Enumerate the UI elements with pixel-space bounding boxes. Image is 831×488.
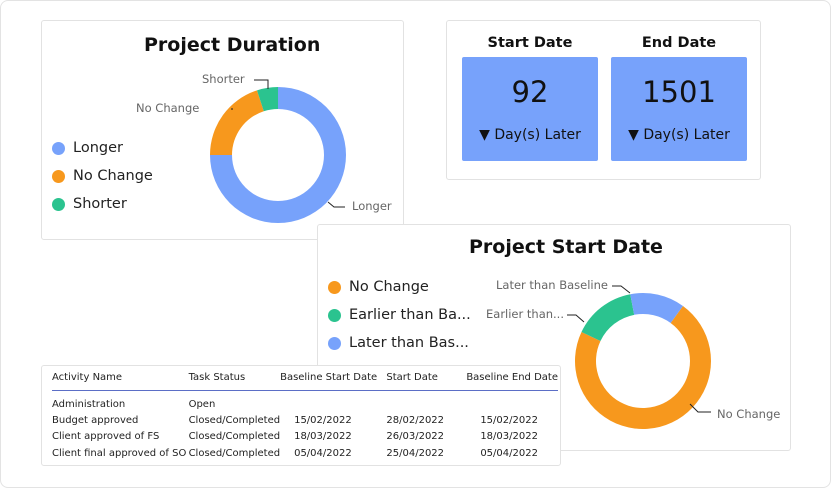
cell-activity-name: Client approved of FS	[52, 431, 160, 443]
legend-label: Earlier than Ba...	[349, 307, 471, 323]
legend-dot	[52, 141, 65, 155]
cell-task-status: Closed/Completed	[188, 431, 281, 443]
table-row[interactable]: Administration Open	[52, 390, 558, 412]
cell-baseline-end-date: 18/03/2022	[480, 431, 538, 443]
project-start-date-title: Project Start Date	[469, 236, 663, 258]
cell-baseline-end-date	[466, 390, 558, 412]
end-date-value: 1501	[642, 75, 716, 109]
column-header-activity-name[interactable]: Activity Name	[52, 372, 189, 391]
cell-baseline-end-date: 05/04/2022	[480, 447, 538, 459]
column-header-task-status[interactable]: Task Status	[188, 372, 281, 391]
legend-item-no-change[interactable]: No Change	[52, 162, 153, 190]
table-header-row: Activity Name Task Status Baseline Start…	[52, 372, 558, 391]
cell-start-date: 25/04/2022	[386, 447, 445, 459]
column-header-baseline-start-date[interactable]: Baseline Start Date	[280, 372, 387, 391]
cell-task-status: Closed/Completed	[188, 414, 281, 426]
cell-baseline-start-date: 18/03/2022	[294, 431, 352, 443]
legend-label: No Change	[73, 168, 153, 184]
start-date-heading: Start Date	[487, 35, 573, 51]
cell-task-status: Open	[188, 398, 216, 410]
legend-dot	[328, 308, 341, 322]
cell-baseline-end-date: 15/02/2022	[480, 414, 538, 426]
legend-item-earlier[interactable]: Earlier than Ba...	[328, 301, 471, 329]
legend-label: Longer	[73, 140, 123, 156]
cell-task-status: Closed/Completed	[188, 447, 281, 459]
column-header-baseline-end-date[interactable]: Baseline End Date	[466, 372, 558, 391]
project-duration-card: Project Duration Longer No Change Shorte…	[41, 20, 404, 240]
cell-activity-name: Client final approved of SO	[52, 447, 187, 459]
legend-item-later[interactable]: Later than Bas...	[328, 329, 471, 357]
legend-label: Later than Bas...	[349, 335, 469, 351]
cell-activity-name: Administration	[52, 398, 126, 410]
project-start-date-legend: No Change Earlier than Ba... Later than …	[328, 273, 471, 357]
activity-table: Activity Name Task Status Baseline Start…	[52, 372, 558, 462]
project-duration-legend: Longer No Change Shorter	[52, 134, 153, 218]
legend-dot	[52, 169, 65, 183]
legend-item-longer[interactable]: Longer	[52, 134, 153, 162]
legend-dot	[328, 280, 341, 294]
column-header-start-date[interactable]: Start Date	[386, 372, 467, 391]
legend-item-shorter[interactable]: Shorter	[52, 190, 153, 218]
cell-baseline-start-date: 15/02/2022	[294, 414, 352, 426]
end-date-kpi[interactable]: 1501 ▼ Day(s) Later	[611, 57, 747, 161]
table-row[interactable]: Client approved of FS Closed/Completed 1…	[52, 429, 558, 446]
table-row[interactable]: Client final approved of SO Closed/Compl…	[52, 445, 558, 462]
start-date-kpi[interactable]: 92 ▼ Day(s) Later	[462, 57, 598, 161]
legend-label: Shorter	[73, 196, 127, 212]
cell-start-date	[386, 390, 466, 412]
cell-activity-name: Budget approved	[52, 414, 139, 426]
legend-dot	[328, 336, 341, 350]
project-duration-title: Project Duration	[144, 34, 321, 56]
cell-baseline-start-date: 05/04/2022	[294, 447, 352, 459]
legend-label: No Change	[349, 279, 429, 295]
legend-dot	[52, 197, 65, 211]
dates-kpi-card: Start Date 92 ▼ Day(s) Later End Date 15…	[446, 20, 761, 180]
cell-start-date: 26/03/2022	[386, 431, 445, 443]
end-date-subtitle: ▼ Day(s) Later	[628, 127, 730, 143]
activity-table-card: Activity Name Task Status Baseline Start…	[41, 365, 561, 466]
end-date-heading: End Date	[641, 35, 717, 51]
start-date-subtitle: ▼ Day(s) Later	[479, 127, 581, 143]
cell-start-date: 28/02/2022	[386, 414, 445, 426]
legend-item-no-change[interactable]: No Change	[328, 273, 471, 301]
start-date-value: 92	[511, 75, 549, 109]
cell-baseline-start-date	[280, 390, 386, 412]
table-row[interactable]: Budget approved Closed/Completed 15/02/2…	[52, 412, 558, 429]
